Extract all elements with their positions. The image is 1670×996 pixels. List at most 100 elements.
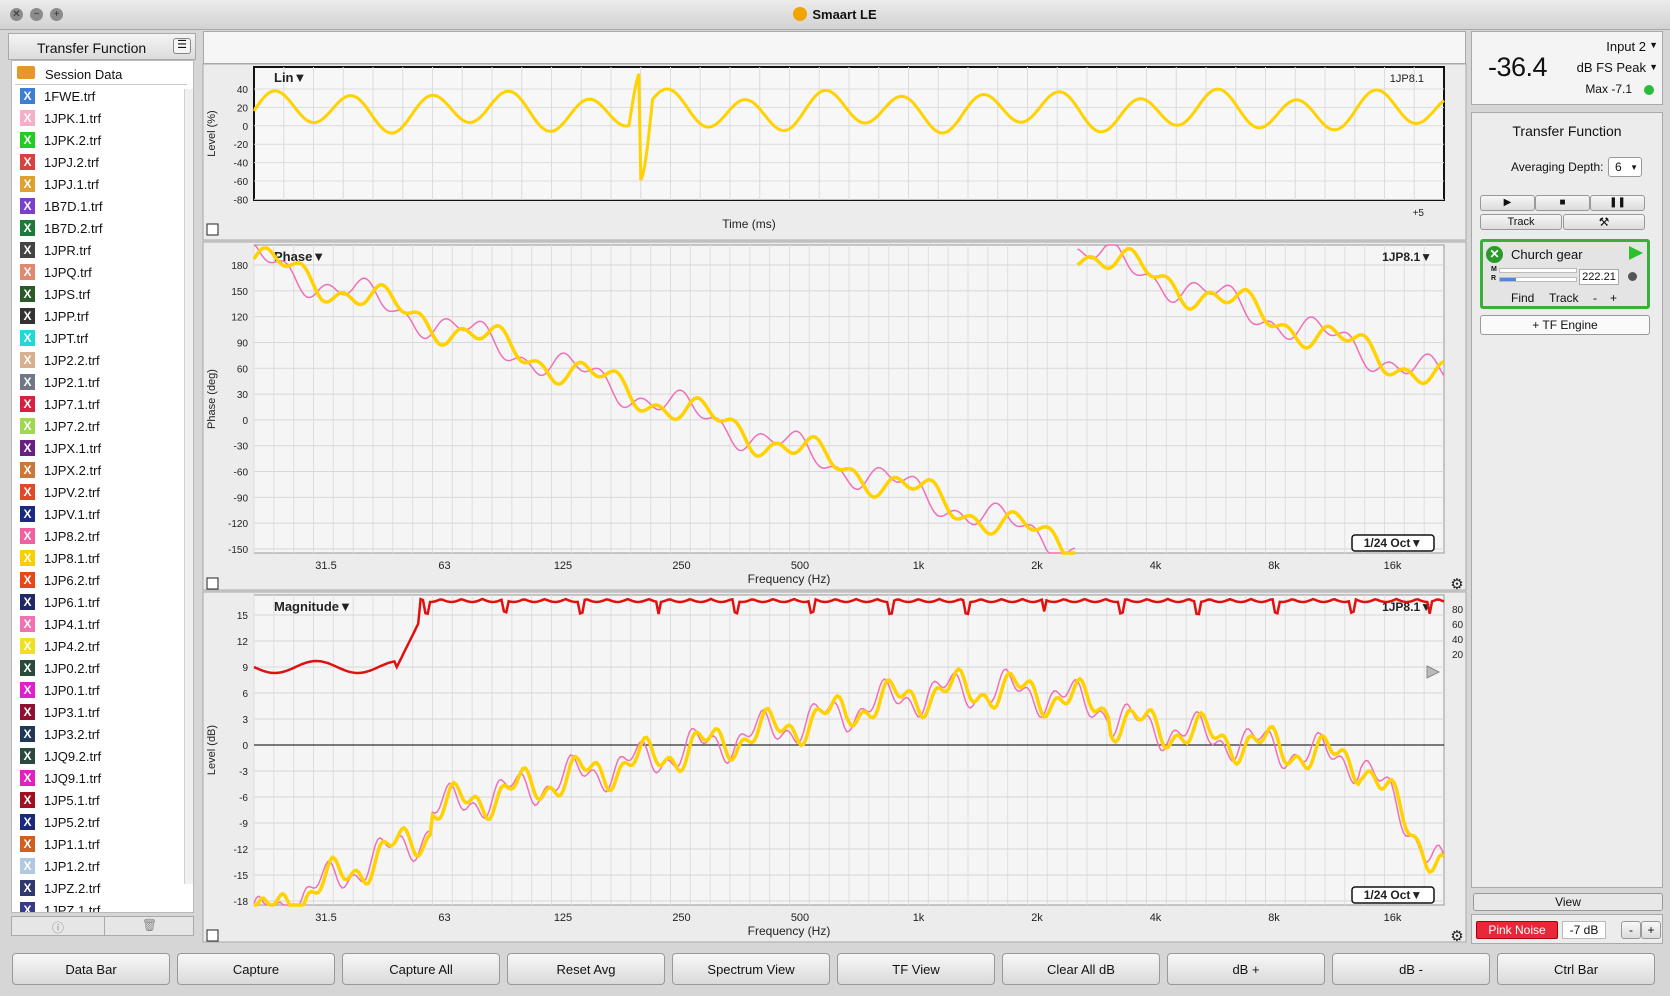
lin-x-axis-label: Time (ms): [722, 217, 776, 231]
averaging-depth-select[interactable]: 6 ▼: [1608, 157, 1642, 177]
y-tick-label: -60: [234, 468, 249, 479]
bottom-button-db-[interactable]: dB -: [1332, 953, 1490, 985]
bottom-button-clear-all-db[interactable]: Clear All dB: [1002, 953, 1160, 985]
tools-icon[interactable]: ⚒: [1563, 214, 1645, 230]
x-tick-label: 63: [438, 560, 450, 572]
play-button[interactable]: ▶: [1480, 195, 1535, 211]
x-tick-label: 16k: [1384, 560, 1402, 572]
bottom-button-ctrl-bar[interactable]: Ctrl Bar: [1497, 953, 1655, 985]
x-tick-label: 31.5: [315, 912, 336, 924]
y-tick-label: 0: [242, 416, 248, 427]
y-tick-label: -18: [234, 897, 249, 908]
phase-y-axis-label: Phase (deg): [206, 369, 218, 429]
y-tick-label: -30: [234, 442, 249, 453]
bottom-button-db-[interactable]: dB +: [1167, 953, 1325, 985]
close-plot-icon[interactable]: [206, 223, 219, 236]
generator-level-field[interactable]: -7 dB: [1562, 921, 1606, 939]
y-tick-label: -40: [234, 159, 249, 170]
x-tick-label: 125: [554, 560, 572, 572]
bottom-button-capture[interactable]: Capture: [177, 953, 335, 985]
pink-noise-button[interactable]: Pink Noise: [1476, 921, 1558, 939]
y-tick-label: 0: [242, 741, 248, 752]
engine-toggle-icon[interactable]: ✕: [1486, 246, 1503, 263]
delay-plus-button[interactable]: +: [1610, 291, 1617, 305]
magnitude-y-axis-label: Level (dB): [206, 725, 218, 775]
chevron-down-icon: ▼: [1630, 163, 1638, 172]
x-tick-label: 31.5: [315, 560, 336, 572]
input-selector[interactable]: Input 2: [1606, 39, 1646, 54]
bottom-button-data-bar[interactable]: Data Bar: [12, 953, 170, 985]
y-tick-label: 30: [237, 390, 249, 401]
x-tick-label: 4k: [1150, 912, 1162, 924]
stop-button[interactable]: ■: [1535, 195, 1590, 211]
averaging-depth-label: Averaging Depth:: [1511, 160, 1604, 174]
y-tick-label: 90: [237, 338, 249, 349]
y-tick-label: 180: [231, 261, 248, 272]
y-tick-label: -150: [228, 545, 248, 556]
close-plot-icon[interactable]: [206, 929, 219, 942]
x-tick-label: 8k: [1268, 912, 1280, 924]
lin-mode-label: Lin▼: [274, 70, 306, 85]
control-panel: Transfer Function Averaging Depth: 6 ▼ ▶ …: [1471, 112, 1663, 888]
x-tick-label: 250: [672, 560, 690, 572]
delay-track-button[interactable]: Track: [1549, 291, 1579, 305]
add-tf-engine-label: + TF Engine: [1532, 318, 1598, 332]
averaging-depth-value: 6: [1615, 160, 1622, 174]
bottom-button-spectrum-view[interactable]: Spectrum View: [672, 953, 830, 985]
input-meter-value: -36.4: [1488, 52, 1548, 82]
play-triangle-icon[interactable]: [1629, 246, 1643, 260]
meter-m-label: M: [1491, 266, 1497, 273]
delay-minus-button[interactable]: -: [1593, 291, 1597, 305]
close-plot-icon[interactable]: [206, 577, 219, 590]
y-tick-label: 40: [237, 85, 249, 96]
bottom-button-tf-view[interactable]: TF View: [837, 953, 995, 985]
phase-trace-name: 1JP8.1▼: [1382, 250, 1432, 264]
tf-engine-card[interactable]: ✕ Church gear M R 222.21 Find Track - +: [1480, 239, 1650, 309]
signal-status-icon: [1644, 85, 1654, 95]
meter-m-bar: [1499, 268, 1577, 273]
find-button[interactable]: Find: [1511, 291, 1534, 305]
y-tick-label: 20: [237, 103, 249, 114]
y-tick-label: -20: [234, 140, 249, 151]
meter-panel: -36.4 Input 2 ▼ dB FS Peak ▼ Max -7.1: [1471, 31, 1663, 105]
x-tick-label: 500: [791, 912, 809, 924]
x-tick-label: 63: [438, 912, 450, 924]
x-tick-label: 2k: [1031, 560, 1043, 572]
engine-name[interactable]: Church gear: [1511, 247, 1583, 262]
y-tick-label: -12: [234, 845, 249, 856]
generator-minus-button[interactable]: -: [1621, 921, 1641, 939]
bottom-button-capture-all[interactable]: Capture All: [342, 953, 500, 985]
y-tick-label: 12: [237, 637, 249, 648]
pause-button[interactable]: ❚❚: [1590, 195, 1645, 211]
track-button[interactable]: Track: [1480, 214, 1562, 230]
view-button[interactable]: View: [1473, 893, 1663, 911]
x-tick-label: 1k: [913, 912, 925, 924]
coherence-tick-label: 40: [1452, 635, 1464, 646]
magnitude-smoothing-label: 1/24 Oct▼: [1364, 888, 1423, 902]
chevron-down-icon[interactable]: ▼: [1649, 62, 1658, 72]
coherence-tick-label: 20: [1452, 650, 1464, 661]
lin-trace-name: 1JP8.1: [1390, 73, 1424, 85]
x-tick-label: 16k: [1384, 912, 1402, 924]
track-button-label: Track: [1507, 216, 1535, 228]
x-tick-label: 125: [554, 912, 572, 924]
y-tick-label: 3: [242, 715, 248, 726]
meter-r-label: R: [1491, 275, 1497, 282]
plot-area: 40200-20-40-60-80Lin▼ 1JP8.1+5Time (ms)Le…: [202, 63, 1467, 945]
delay-field[interactable]: 222.21: [1579, 269, 1619, 285]
generator-plus-button[interactable]: +: [1641, 921, 1661, 939]
y-tick-label: 0: [242, 122, 248, 133]
chevron-down-icon[interactable]: ▼: [1649, 40, 1658, 50]
bottom-button-reset-avg[interactable]: Reset Avg: [507, 953, 665, 985]
bottom-command-bar: Data Bar Capture Capture All Reset Avg Spect…: [8, 951, 1664, 991]
meter-mode-selector[interactable]: dB FS Peak: [1577, 60, 1646, 75]
y-tick-label: -15: [234, 871, 249, 882]
meter-r-fill: [1500, 278, 1516, 281]
magnitude-mode-label: Magnitude▼: [274, 599, 352, 614]
x-tick-label: 8k: [1268, 560, 1280, 572]
coherence-tick-label: 60: [1452, 620, 1464, 631]
phase-x-axis-label: Frequency (Hz): [748, 572, 831, 586]
gear-icon: ⚙: [1450, 576, 1463, 593]
add-tf-engine-button[interactable]: + TF Engine: [1480, 315, 1650, 335]
gear-icon: ⚙: [1450, 928, 1463, 945]
